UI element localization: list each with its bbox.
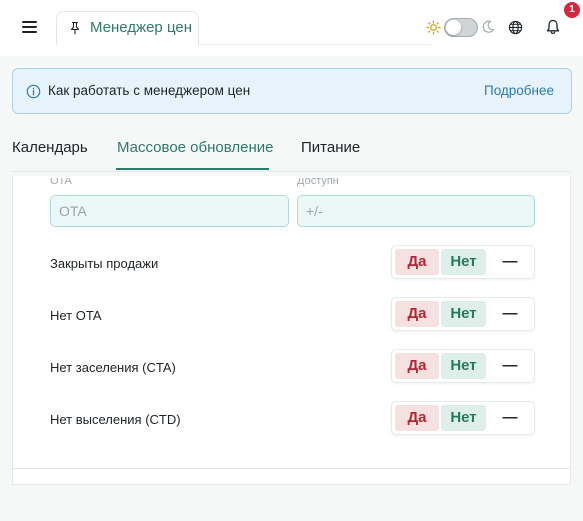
cta-no-button[interactable]: Нет <box>441 353 486 379</box>
page-tab-label: Менеджер цен <box>90 19 192 36</box>
stop-sell-no-button[interactable]: Нет <box>441 249 486 275</box>
tab-meals[interactable]: Питание <box>301 139 360 156</box>
ctd-segmented-control: Да Нет — <box>391 401 535 435</box>
theme-toggle <box>426 16 496 38</box>
ctd-unset-button[interactable]: — <box>488 405 532 431</box>
theme-switch[interactable] <box>444 18 478 37</box>
stop-sell-yes-button[interactable]: Да <box>395 249 439 275</box>
tab-bulk-update[interactable]: Массовое обновление <box>117 139 273 156</box>
row-label-no-ota: Нет OTA <box>50 308 102 323</box>
notification-badge: 1 <box>564 2 580 18</box>
stop-sell-segmented-control: Да Нет — <box>391 245 535 279</box>
availability-field-label: Доступн <box>297 178 339 187</box>
stop-sell-unset-button[interactable]: — <box>488 249 532 275</box>
availability-input[interactable] <box>297 195 535 227</box>
top-bar: Менеджер цен 1 <box>0 0 583 56</box>
cta-segmented-control: Да Нет — <box>391 349 535 383</box>
ctd-no-button[interactable]: Нет <box>441 405 486 431</box>
sun-icon <box>426 20 441 35</box>
menu-icon[interactable] <box>22 20 38 34</box>
no-ota-unset-button[interactable]: — <box>488 301 532 327</box>
no-ota-no-button[interactable]: Нет <box>441 301 486 327</box>
info-icon <box>26 84 41 99</box>
bulk-update-form: OTA Доступн Закрыты продажи Да Нет — Нет… <box>12 176 571 485</box>
info-banner-text: Как работать с менеджером цен <box>48 83 251 98</box>
section-tabs: Календарь Массовое обновление Питание <box>0 128 583 172</box>
ota-input[interactable] <box>50 195 289 227</box>
moon-icon <box>482 20 495 33</box>
ota-field-label: OTA <box>50 178 72 187</box>
row-label-stop-sell: Закрыты продажи <box>50 256 159 271</box>
no-ota-yes-button[interactable]: Да <box>395 301 439 327</box>
cta-unset-button[interactable]: — <box>488 353 532 379</box>
learn-more-link[interactable]: Подробнее <box>484 83 554 98</box>
active-tab-indicator <box>116 168 269 170</box>
card-divider <box>13 468 570 469</box>
globe-icon[interactable] <box>508 20 523 35</box>
switch-knob <box>446 20 461 35</box>
ctd-yes-button[interactable]: Да <box>395 405 439 431</box>
pin-icon <box>70 21 80 35</box>
page-tab-price-manager[interactable]: Менеджер цен <box>56 11 199 45</box>
row-label-ctd: Нет выселения (CTD) <box>50 412 181 427</box>
tab-calendar[interactable]: Календарь <box>12 139 88 156</box>
row-label-cta: Нет заселения (CTA) <box>50 360 176 375</box>
info-banner: Как работать с менеджером цен Подробнее <box>12 68 572 114</box>
tabs-divider <box>12 171 571 172</box>
no-ota-segmented-control: Да Нет — <box>391 297 535 331</box>
bell-icon[interactable] <box>546 19 560 35</box>
tab-bar-divider <box>199 44 431 45</box>
cta-yes-button[interactable]: Да <box>395 353 439 379</box>
